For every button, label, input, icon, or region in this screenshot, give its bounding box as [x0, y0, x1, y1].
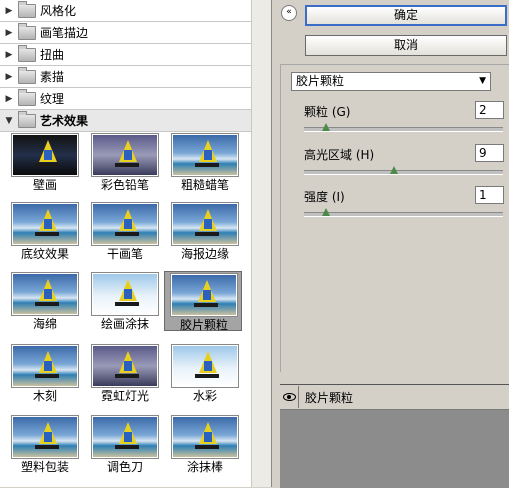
folder-icon	[18, 22, 36, 40]
filter-thumbnail-paint-daubs[interactable]: 绘画涂抹	[86, 271, 164, 331]
category-brush-strokes[interactable]: ▶ 画笔描边	[0, 22, 251, 44]
filter-preview-image	[11, 202, 79, 246]
category-label: 素描	[40, 70, 65, 84]
highlight-area-input[interactable]: 9	[475, 144, 504, 162]
filter-preview-image	[171, 415, 239, 459]
expand-arrow-icon[interactable]: ▶	[2, 72, 16, 82]
category-label: 纹理	[40, 92, 65, 106]
filter-label: 木刻	[32, 389, 57, 403]
category-texture[interactable]: ▶ 纹理	[0, 88, 251, 110]
folder-icon	[18, 88, 36, 106]
cancel-button[interactable]: 取消	[305, 35, 507, 56]
filter-preview-image	[91, 272, 159, 316]
grain-input[interactable]: 2	[475, 101, 504, 119]
expand-arrow-icon[interactable]: ▶	[2, 28, 16, 38]
filter-label: 水彩	[192, 389, 217, 403]
filter-label: 绘画涂抹	[100, 317, 149, 331]
filter-label: 海绵	[32, 317, 57, 331]
intensity-slider-track[interactable]	[304, 208, 503, 217]
filter-preview-image	[91, 415, 159, 459]
effect-layer-name: 胶片颗粒	[305, 390, 354, 405]
filter-label: 涂抹棒	[186, 460, 223, 474]
filter-label: 干画笔	[106, 247, 143, 261]
filter-select[interactable]: 胶片颗粒 ▼	[291, 72, 491, 91]
filter-label: 塑料包装	[20, 460, 69, 474]
filter-thumbnail-smudge-stick[interactable]: 涂抹棒	[166, 414, 244, 474]
collapse-gallery-icon[interactable]: «	[281, 5, 297, 21]
filter-preview-image	[91, 344, 159, 388]
filter-label: 粗糙蜡笔	[180, 178, 229, 192]
filter-thumbnail-rough-pastels[interactable]: 粗糙蜡笔	[166, 132, 244, 192]
chevron-down-icon: ▼	[479, 76, 486, 86]
filter-thumbnail-fresco[interactable]: 壁画	[6, 132, 84, 192]
intensity-input[interactable]: 1	[475, 186, 504, 204]
collapse-arrow-icon[interactable]: ▼	[2, 116, 16, 126]
filter-thumbnail-dry-brush[interactable]: 干画笔	[86, 201, 164, 261]
category-label: 风格化	[40, 4, 77, 18]
effect-layers-panel: 胶片颗粒	[280, 384, 509, 488]
intensity-slider-handle[interactable]	[321, 208, 330, 216]
folder-open-icon	[18, 110, 36, 128]
highlight-area-slider-track[interactable]	[304, 166, 503, 175]
filter-thumbnail-plastic-wrap[interactable]: 塑料包装	[6, 414, 84, 474]
category-label: 艺术效果	[40, 114, 89, 128]
filter-select-value: 胶片颗粒	[296, 74, 345, 88]
filter-label: 调色刀	[106, 460, 143, 474]
filter-label: 彩色铅笔	[100, 178, 149, 192]
filter-preview-image	[171, 133, 239, 177]
highlight-area-label: 高光区域 (H)	[304, 148, 375, 162]
filter-thumbnail-neon-glow[interactable]: 霓虹灯光	[86, 343, 164, 403]
folder-icon	[18, 44, 36, 62]
filter-thumbnail-colored-pencil[interactable]: 彩色铅笔	[86, 132, 164, 192]
filter-thumbnail-underpainting[interactable]: 底纹效果	[6, 201, 84, 261]
category-label: 画笔描边	[40, 26, 89, 40]
filter-thumbnail-watercolor[interactable]: 水彩	[166, 343, 244, 403]
expand-arrow-icon[interactable]: ▶	[2, 6, 16, 16]
folder-icon	[18, 66, 36, 84]
category-distort[interactable]: ▶ 扭曲	[0, 44, 251, 66]
ok-button[interactable]: 确定	[305, 5, 507, 26]
filter-thumbnail-poster-edges[interactable]: 海报边缘	[166, 201, 244, 261]
filter-preview-image	[170, 273, 238, 317]
filter-thumbnail-cutout[interactable]: 木刻	[6, 343, 84, 403]
filter-label: 海报边缘	[180, 247, 229, 261]
filter-thumbnail-palette-knife[interactable]: 调色刀	[86, 414, 164, 474]
filter-preview-image	[171, 344, 239, 388]
folder-icon	[18, 0, 36, 18]
category-stylize[interactable]: ▶ 风格化	[0, 0, 251, 22]
grain-slider-track[interactable]	[304, 123, 503, 132]
filter-thumbnail-sponge[interactable]: 海绵	[6, 271, 84, 331]
effect-layer-row[interactable]: 胶片颗粒	[280, 385, 509, 410]
filter-preview-image	[11, 272, 79, 316]
filter-label: 底纹效果	[20, 247, 69, 261]
grain-slider-handle[interactable]	[321, 123, 330, 131]
grain-label: 颗粒 (G)	[304, 105, 351, 119]
expand-arrow-icon[interactable]: ▶	[2, 50, 16, 60]
gallery-scrollbar[interactable]	[251, 0, 271, 487]
filter-label: 壁画	[32, 178, 57, 192]
intensity-label: 强度 (I)	[304, 190, 345, 204]
highlight-area-slider-handle[interactable]	[389, 166, 398, 174]
filter-gallery-panel: ▶ 风格化 ▶ 画笔描边 ▶ 扭曲 ▶ 素描 ▶ 纹理 ▼ 艺术效果 壁画 彩色…	[0, 0, 272, 487]
filter-preview-image	[11, 133, 79, 177]
eye-visibility-icon[interactable]	[280, 386, 299, 408]
category-sketch[interactable]: ▶ 素描	[0, 66, 251, 88]
category-label: 扭曲	[40, 48, 65, 62]
filter-preview-image	[91, 133, 159, 177]
filter-thumbnail-film-grain[interactable]: 胶片颗粒	[164, 271, 242, 332]
expand-arrow-icon[interactable]: ▶	[2, 94, 16, 104]
filter-preview-image	[91, 202, 159, 246]
category-artistic[interactable]: ▼ 艺术效果	[0, 110, 251, 132]
filter-label: 胶片颗粒	[179, 318, 228, 332]
filter-preview-image	[171, 202, 239, 246]
filter-label: 霓虹灯光	[100, 389, 149, 403]
filter-preview-image	[11, 415, 79, 459]
filter-preview-image	[11, 344, 79, 388]
